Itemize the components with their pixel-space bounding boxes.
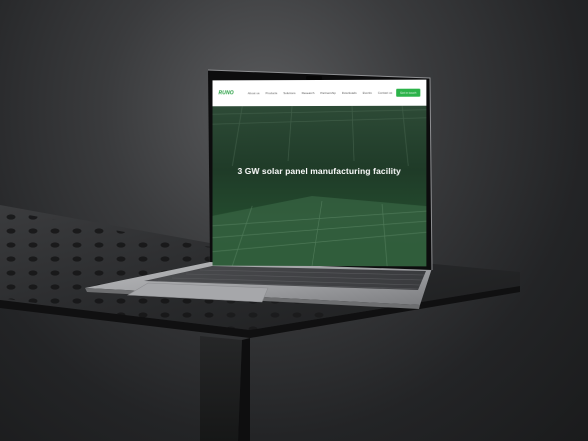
nav-item-solutions[interactable]: Solutions: [283, 91, 295, 95]
site-nav: RUNO About us Products Solutions Researc…: [212, 79, 427, 107]
nav-links: About us Products Solutions Research Par…: [248, 91, 393, 95]
nav-item-contact[interactable]: Contact us: [378, 91, 392, 95]
factory-image: [212, 106, 427, 267]
hero-title: 3 GW solar panel manufacturing facility: [237, 165, 401, 177]
nav-item-about[interactable]: About us: [248, 91, 260, 95]
nav-item-research[interactable]: Research: [302, 91, 315, 95]
nav-item-products[interactable]: Products: [266, 91, 278, 95]
nav-item-partnership[interactable]: Partnership: [320, 91, 335, 95]
table-leg-front: [200, 336, 242, 441]
nav-item-downloads[interactable]: Downloads: [342, 91, 357, 95]
site-logo[interactable]: RUNO: [218, 90, 233, 96]
cta-button[interactable]: Get in touch: [395, 88, 421, 97]
laptop-screen: RUNO About us Products Solutions Researc…: [212, 79, 427, 267]
hero-section: 3 GW solar panel manufacturing facility: [212, 105, 427, 267]
scene: RUNO About us Products Solutions Researc…: [0, 0, 588, 441]
nav-item-events[interactable]: Events: [363, 91, 372, 95]
